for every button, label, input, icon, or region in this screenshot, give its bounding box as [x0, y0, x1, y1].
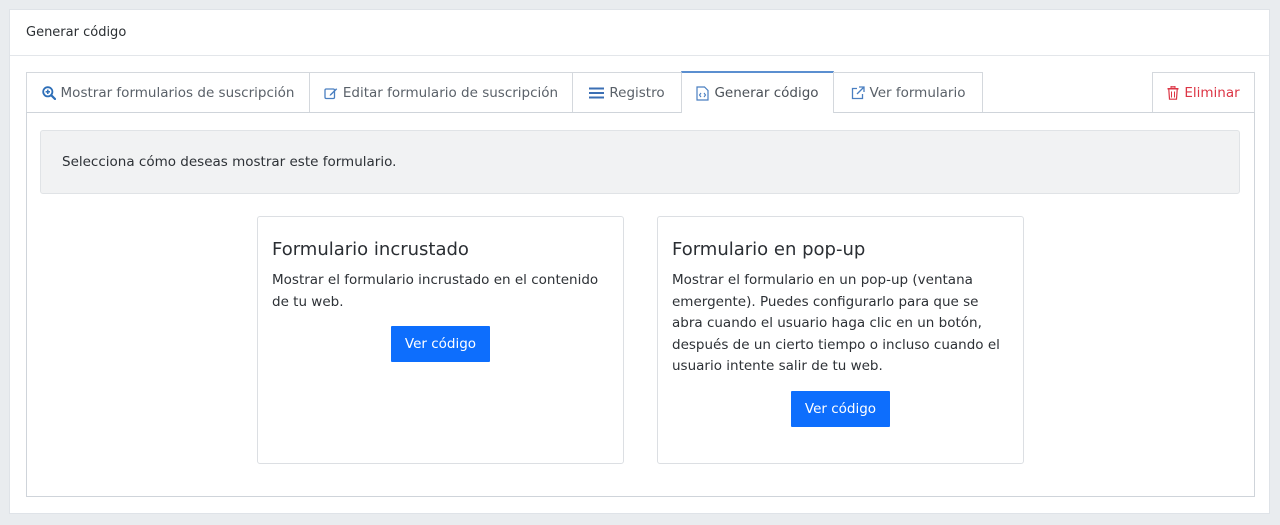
- tab-label: Generar código: [714, 85, 819, 101]
- code-file-icon: [696, 85, 710, 101]
- panel-header: Generar código: [10, 10, 1269, 56]
- trash-icon: [1167, 85, 1179, 100]
- view-code-button-popup[interactable]: Ver código: [790, 390, 891, 427]
- tab-bar: Mostrar formularios de suscripción Edita…: [26, 70, 1255, 113]
- tab-content: Selecciona cómo deseas mostrar este form…: [26, 112, 1255, 497]
- card-title: Formulario en pop-up: [672, 239, 866, 260]
- card-description: Mostrar el formulario incrustado en el c…: [272, 272, 599, 310]
- tab-edit-form[interactable]: Editar formulario de suscripción: [309, 72, 573, 112]
- edit-icon: [324, 86, 338, 100]
- info-text: Selecciona cómo deseas mostrar este form…: [62, 154, 397, 170]
- tab-registro[interactable]: Registro: [572, 72, 682, 112]
- view-code-button-embedded[interactable]: Ver código: [390, 326, 491, 362]
- card-description: Mostrar el formulario en un pop-up (vent…: [672, 272, 1000, 374]
- tab-label: Editar formulario de suscripción: [342, 84, 559, 101]
- external-link-icon: [851, 85, 865, 100]
- tab-label: Ver formulario: [869, 84, 966, 101]
- card-title: Formulario incrustado: [272, 239, 469, 260]
- embedded-form-card: Formulario incrustado Mostrar el formula…: [257, 216, 624, 464]
- info-alert: Selecciona cómo deseas mostrar este form…: [40, 130, 1240, 194]
- popup-form-card: Formulario en pop-up Mostrar el formular…: [657, 216, 1024, 464]
- tab-generate-code[interactable]: Generar código: [681, 71, 834, 113]
- tab-show-forms[interactable]: Mostrar formularios de suscripción: [26, 72, 310, 112]
- list-icon: [589, 87, 605, 99]
- tab-view-form[interactable]: Ver formulario: [833, 72, 983, 112]
- tab-delete[interactable]: Eliminar: [1152, 72, 1255, 112]
- tab-label: Eliminar: [1184, 84, 1240, 101]
- page-title: Generar código: [26, 25, 127, 40]
- tab-label: Registro: [609, 84, 665, 101]
- main-panel: Generar código Mostrar formularios de su…: [9, 9, 1270, 514]
- tab-label: Mostrar formularios de suscripción: [60, 84, 295, 101]
- zoom-in-icon: [41, 85, 56, 100]
